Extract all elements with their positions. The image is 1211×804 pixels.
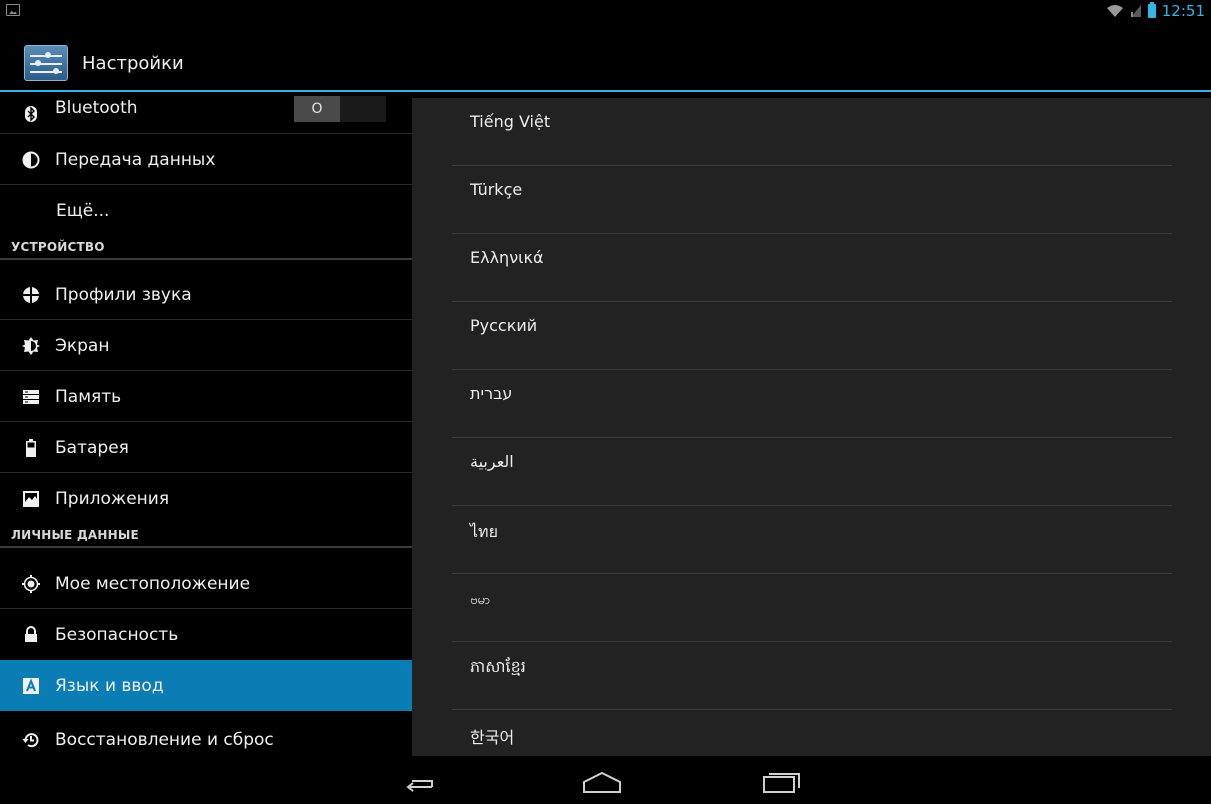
- wifi-icon: [1106, 5, 1123, 17]
- storage-icon: [23, 389, 39, 404]
- action-bar: Настройки: [0, 36, 1211, 92]
- language-icon: [23, 677, 39, 694]
- battery-icon: [26, 438, 36, 457]
- settings-item-language[interactable]: Язык и ввод: [0, 660, 412, 711]
- settings-list[interactable]: Bluetooth O Передача данных Ещё... УСТРО…: [0, 94, 412, 756]
- section-header-personal: ЛИЧНЫЕ ДАННЫЕ: [0, 526, 412, 548]
- page-title: Настройки: [82, 53, 184, 74]
- signal-icon: [1130, 5, 1141, 17]
- language-item[interactable]: Русский: [452, 302, 1172, 370]
- language-item[interactable]: ไทย: [452, 506, 1172, 574]
- status-icons: 12:51: [1106, 0, 1205, 36]
- settings-item-apps[interactable]: Приложения: [0, 473, 412, 524]
- settings-item-backup-reset[interactable]: Восстановление и сброс: [0, 714, 412, 756]
- settings-item-battery[interactable]: Батарея: [0, 422, 412, 473]
- language-item[interactable]: 한국어: [452, 710, 1172, 756]
- gallery-icon: [6, 4, 20, 16]
- recents-icon[interactable]: [758, 766, 806, 794]
- settings-item-more[interactable]: Ещё...: [0, 185, 412, 236]
- display-icon: [22, 336, 40, 355]
- toggle-knob: O: [294, 96, 340, 122]
- language-item[interactable]: Tiếng Việt: [452, 98, 1172, 166]
- lock-icon: [25, 625, 37, 642]
- language-item[interactable]: Ελληνικά: [452, 234, 1172, 302]
- apps-icon: [23, 490, 39, 507]
- bluetooth-icon: [25, 106, 37, 122]
- language-item[interactable]: العربية: [452, 438, 1172, 506]
- settings-item-bluetooth[interactable]: Bluetooth O: [0, 94, 412, 134]
- language-item[interactable]: ဗမာ: [452, 574, 1172, 642]
- settings-item-display[interactable]: Экран: [0, 320, 412, 371]
- bluetooth-toggle[interactable]: O: [294, 96, 386, 122]
- home-icon[interactable]: [578, 766, 626, 794]
- settings-item-security[interactable]: Безопасность: [0, 609, 412, 660]
- battery-icon: [1147, 2, 1156, 18]
- section-header-device: УСТРОЙСТВО: [0, 238, 412, 260]
- settings-item-location[interactable]: Мое местоположение: [0, 558, 412, 609]
- data-usage-icon: [22, 151, 40, 168]
- status-bar: 12:51: [0, 0, 1211, 36]
- settings-item-data-usage[interactable]: Передача данных: [0, 134, 412, 185]
- language-item[interactable]: עברית: [452, 370, 1172, 438]
- back-icon[interactable]: [398, 766, 446, 794]
- location-icon: [22, 574, 40, 593]
- clock: 12:51: [1161, 2, 1205, 20]
- language-item[interactable]: Türkçe: [452, 166, 1172, 234]
- language-item[interactable]: ភាសាខ្មែរ: [452, 642, 1172, 710]
- sound-icon: [22, 285, 40, 304]
- settings-item-storage[interactable]: Память: [0, 371, 412, 422]
- language-list[interactable]: Tiếng Việt Türkçe Ελληνικά Русский עברית…: [412, 98, 1211, 756]
- navigation-bar: [0, 756, 1211, 804]
- settings-item-sound[interactable]: Профили звука: [0, 269, 412, 320]
- settings-sliders-icon[interactable]: [24, 45, 68, 81]
- restore-icon: [22, 732, 39, 747]
